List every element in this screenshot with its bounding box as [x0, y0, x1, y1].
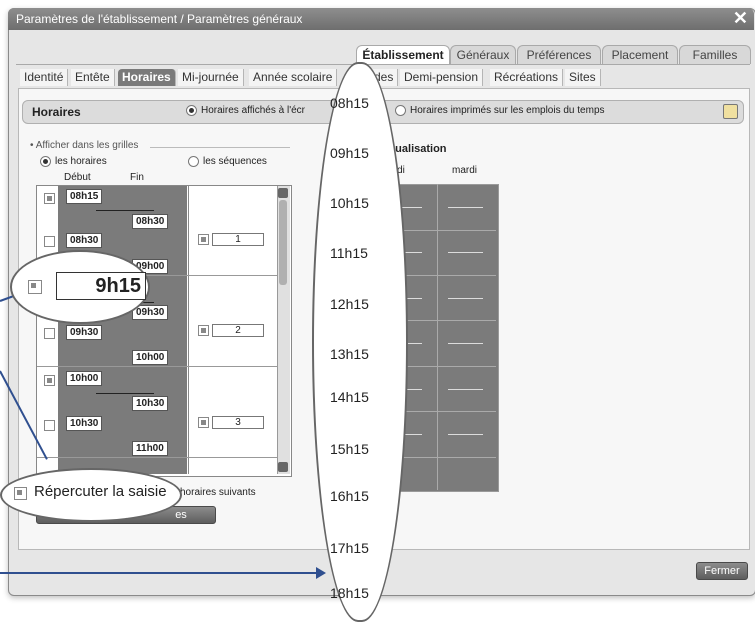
radio-sequences[interactable]: les séquences	[188, 156, 267, 167]
end-time[interactable]: 11h00	[132, 441, 168, 456]
day-mardi: mardi	[452, 165, 478, 176]
checkbox-row[interactable]	[44, 328, 55, 339]
apply-button-label: es	[175, 509, 187, 521]
subtab-horaires[interactable]: Horaires	[118, 69, 176, 86]
tab-preferences[interactable]: Préférences	[517, 45, 601, 64]
radio-horaires-label: les horaires	[55, 156, 107, 168]
repeat-label: Répercuter la saisie	[34, 483, 167, 500]
end-time[interactable]: 10h30	[132, 396, 169, 411]
tab-divider	[16, 64, 750, 65]
radio-horaires[interactable]: les horaires	[40, 156, 107, 167]
row-separator	[37, 457, 277, 458]
col-debut: Début	[64, 172, 91, 183]
subtab-mi-journee[interactable]: Mi-journée	[178, 69, 244, 86]
end-time[interactable]: 08h30	[132, 214, 169, 229]
subtab-entete[interactable]: Entête	[71, 69, 115, 86]
sequence-number[interactable]: 3	[212, 416, 264, 429]
radio-screen-label: Horaires affichés à l'écr	[201, 105, 305, 117]
subtab-demi-pension[interactable]: Demi-pension	[400, 69, 484, 86]
scroll-thumb[interactable]	[279, 200, 287, 285]
checkbox-sequence[interactable]	[198, 417, 209, 428]
radio-print-label: Horaires imprimés sur les emplois du tem…	[410, 105, 605, 117]
title-bar: Paramètres de l'établissement / Paramètr…	[8, 8, 754, 30]
radio-screen[interactable]: Horaires affichés à l'écr	[186, 105, 305, 116]
afficher-label: • Afficher dans les grilles	[30, 140, 139, 151]
ruler-time: 17h15	[330, 540, 369, 556]
time-divider	[96, 210, 154, 211]
repeat-suffix: horaires suivants	[180, 487, 256, 498]
radio-print[interactable]: Horaires imprimés sur les emplois du tem…	[395, 105, 605, 116]
scroll-down-icon[interactable]	[278, 462, 288, 472]
checkbox-row[interactable]	[44, 420, 55, 431]
subtab-identite[interactable]: Identité	[20, 69, 69, 86]
grid-line	[448, 389, 483, 390]
start-time[interactable]: 10h30	[66, 416, 103, 431]
zoom-start-time: 9h15	[56, 272, 146, 300]
close-icon[interactable]: ✕	[733, 7, 748, 29]
start-time[interactable]: 10h00	[66, 371, 103, 386]
ruler-time: 15h15	[330, 441, 369, 457]
tab-familles[interactable]: Familles	[679, 45, 751, 64]
grid-line	[448, 343, 483, 344]
window-title: Paramètres de l'établissement / Paramètr…	[16, 12, 303, 26]
horaires-title: Horaires	[32, 105, 81, 119]
radio-sequences-label: les séquences	[203, 156, 267, 168]
afficher-divider	[150, 147, 290, 148]
checkbox-row[interactable]	[44, 375, 55, 386]
radio-print-icon	[395, 105, 406, 116]
ruler-time: 10h15	[330, 195, 369, 211]
ruler-time: 16h15	[330, 488, 369, 504]
checkbox-sequence[interactable]	[198, 234, 209, 245]
tab-generaux[interactable]: Généraux	[450, 45, 516, 64]
col-fin: Fin	[130, 172, 144, 183]
arrow-head-icon	[316, 567, 326, 579]
ruler-time: 18h15	[330, 585, 369, 601]
radio-horaires-icon	[40, 156, 51, 167]
ruler-time: 13h15	[330, 346, 369, 362]
grid-line	[448, 207, 483, 208]
printer-icon[interactable]	[723, 104, 738, 119]
checkbox-row[interactable]	[44, 236, 55, 247]
ruler-time: 12h15	[330, 296, 369, 312]
ruler-time: 14h15	[330, 389, 369, 405]
grid-line	[448, 252, 483, 253]
radio-screen-icon	[186, 105, 197, 116]
ruler-time: 09h15	[330, 145, 369, 161]
grid-line	[448, 434, 483, 435]
radio-sequences-icon	[188, 156, 199, 167]
fermer-button[interactable]: Fermer	[696, 562, 748, 580]
callout-arrow	[0, 572, 318, 574]
zoom-checkbox	[28, 280, 42, 294]
scroll-up-icon[interactable]	[278, 188, 288, 198]
grid-line	[448, 298, 483, 299]
subtab-annee-scolaire[interactable]: Année scolaire	[249, 69, 338, 86]
ruler-time: 11h15	[330, 245, 368, 261]
end-time[interactable]: 10h00	[132, 350, 169, 365]
sequence-number[interactable]: 1	[212, 233, 264, 246]
tab-placement[interactable]: Placement	[602, 45, 678, 64]
checkbox-row[interactable]	[44, 193, 55, 204]
start-time[interactable]: 08h30	[66, 233, 103, 248]
start-time[interactable]: 09h30	[66, 325, 103, 340]
tab-etablissement[interactable]: Établissement	[356, 45, 450, 64]
time-divider	[96, 393, 154, 394]
sequence-number[interactable]: 2	[212, 324, 264, 337]
ruler-time: 08h15	[330, 95, 369, 111]
repeat-checkbox[interactable]	[14, 487, 27, 500]
row-separator	[37, 366, 277, 367]
subtab-recreations[interactable]: Récréations	[490, 69, 564, 86]
start-time[interactable]: 08h15	[66, 189, 103, 204]
checkbox-sequence[interactable]	[198, 325, 209, 336]
subtab-sites[interactable]: Sites	[565, 69, 601, 86]
